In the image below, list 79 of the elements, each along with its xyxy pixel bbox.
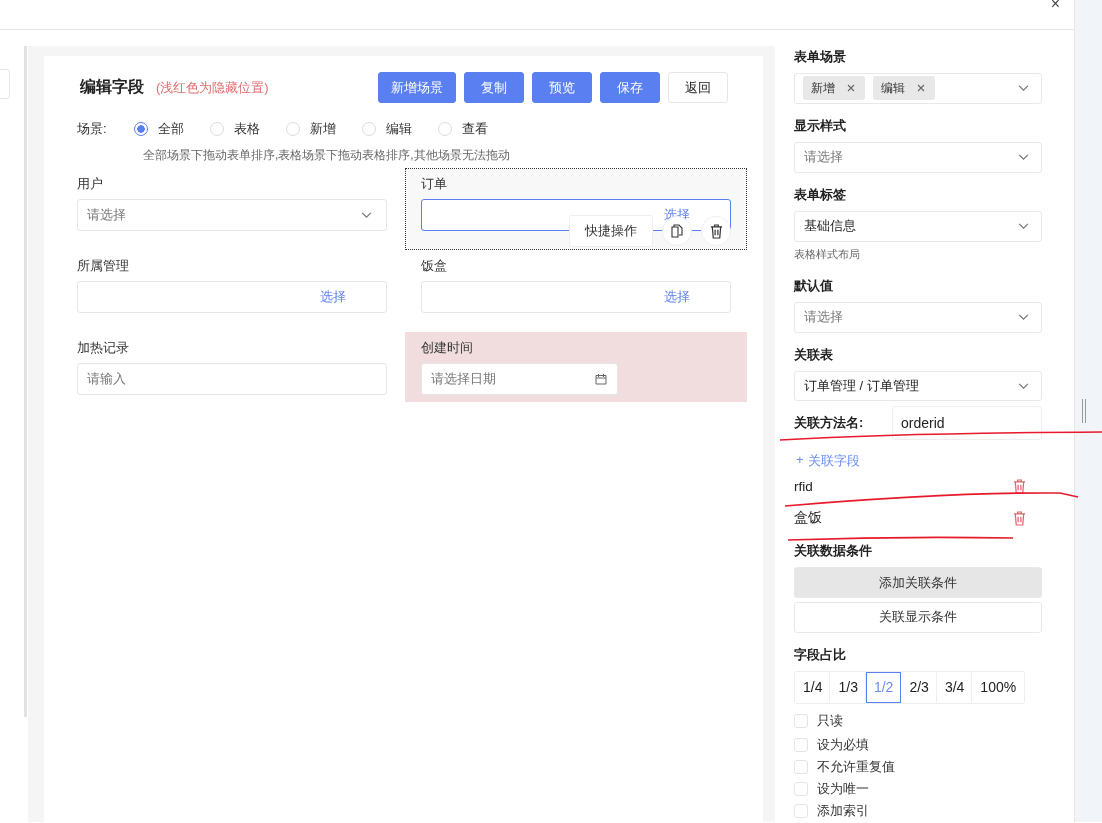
checkbox[interactable] bbox=[794, 713, 808, 728]
checkbox-label[interactable]: 设为唯一 bbox=[817, 779, 869, 798]
chevron-down-icon bbox=[1018, 382, 1029, 390]
select-field[interactable]: 基础信息 bbox=[794, 210, 1042, 242]
field-label: 用户 bbox=[77, 175, 104, 193]
condition-button[interactable]: 添加关联条件 bbox=[794, 567, 1042, 598]
picker-field[interactable]: 选择 bbox=[421, 281, 731, 313]
chevron-down-icon bbox=[1018, 84, 1029, 92]
section-label: 表单标签 bbox=[794, 185, 846, 204]
section-label: 表单场景 bbox=[794, 48, 846, 66]
select-field[interactable]: 请选择 bbox=[794, 141, 1042, 173]
checkbox-label[interactable]: 只读 bbox=[817, 711, 843, 730]
chevron-down-icon bbox=[1018, 222, 1029, 230]
condition-button[interactable]: 关联显示条件 bbox=[794, 602, 1042, 633]
field-card[interactable]: 用户 请选择 bbox=[61, 168, 403, 250]
related-field-name: 盒饭 bbox=[794, 509, 822, 528]
radio-label[interactable]: 全部 bbox=[158, 120, 184, 138]
field-card[interactable]: 加热记录 请输入 bbox=[61, 332, 403, 414]
field-card[interactable]: 所属管理 选择 bbox=[61, 250, 403, 332]
radio-label[interactable]: 查看 bbox=[462, 120, 488, 138]
action-button[interactable]: 保存 bbox=[600, 72, 660, 103]
picker-field[interactable]: 选择 bbox=[77, 281, 387, 313]
field-label: 加热记录 bbox=[77, 339, 130, 357]
close-icon[interactable] bbox=[847, 84, 855, 93]
checkbox[interactable] bbox=[794, 781, 808, 796]
quick-actions-button[interactable]: 快捷操作 bbox=[569, 215, 653, 247]
checkbox-label[interactable]: 添加索引 bbox=[817, 801, 869, 820]
field-label: 订单 bbox=[421, 175, 448, 193]
close-button[interactable]: × bbox=[1050, 0, 1060, 12]
date-field[interactable]: 请选择日期 bbox=[421, 363, 618, 395]
radio-label[interactable]: 编辑 bbox=[386, 120, 412, 138]
hint-text: 表格样式布局 bbox=[794, 246, 861, 262]
radio-label[interactable]: 新增 bbox=[310, 120, 336, 138]
select-link[interactable]: 选择 bbox=[664, 288, 690, 306]
calendar-icon bbox=[595, 373, 607, 385]
radio-label[interactable]: 表格 bbox=[234, 120, 260, 138]
action-button[interactable]: 返回 bbox=[668, 72, 728, 103]
section-label: 关联表 bbox=[794, 345, 833, 364]
checkbox[interactable] bbox=[794, 759, 808, 774]
resize-handle[interactable] bbox=[1082, 399, 1086, 423]
method-label: 关联方法名: bbox=[794, 414, 865, 433]
copy-icon bbox=[671, 224, 683, 238]
chevron-down-icon bbox=[361, 211, 372, 219]
chevron-down-icon bbox=[1018, 153, 1029, 161]
action-button[interactable]: 新增场景 bbox=[378, 72, 456, 103]
hidden-field-card[interactable]: 创建时间 请选择日期 bbox=[405, 332, 747, 402]
action-button[interactable]: 复制 bbox=[464, 72, 524, 103]
select-field[interactable]: 请选择 bbox=[794, 301, 1042, 333]
field-label: 饭盒 bbox=[421, 257, 448, 275]
section-label: 字段占比 bbox=[794, 645, 846, 664]
related-field-name: rfid bbox=[794, 478, 813, 494]
scene-label: 场景: bbox=[77, 120, 108, 138]
section-label: 显示样式 bbox=[794, 116, 846, 135]
checkbox-label[interactable]: 不允许重复值 bbox=[817, 757, 895, 776]
scene-tag: 编辑 bbox=[873, 76, 935, 101]
section-label: 关联数据条件 bbox=[794, 542, 872, 560]
close-icon[interactable] bbox=[917, 84, 925, 93]
field-label: 所属管理 bbox=[77, 257, 130, 275]
multi-select-field[interactable]: 新增 编辑 bbox=[794, 73, 1042, 104]
checkbox[interactable] bbox=[794, 737, 808, 752]
page-title: 编辑字段 bbox=[80, 77, 144, 97]
method-input[interactable]: orderid bbox=[892, 406, 1042, 441]
hidden-note: (浅红色为隐藏位置) bbox=[156, 78, 269, 97]
trash-icon[interactable] bbox=[709, 223, 723, 239]
action-button[interactable]: 预览 bbox=[532, 72, 592, 103]
select-link[interactable]: 选择 bbox=[320, 288, 346, 306]
ratio-option[interactable]: 1/4 bbox=[795, 671, 831, 703]
hint-text: 全部场景下拖动表单排序,表格场景下拖动表格排序,其他场景无法拖动 bbox=[143, 147, 511, 164]
section-label: 默认值 bbox=[794, 276, 833, 295]
checkbox-label[interactable]: 设为必填 bbox=[817, 735, 869, 754]
field-label: 创建时间 bbox=[421, 339, 474, 357]
checkbox[interactable] bbox=[794, 803, 808, 818]
scene-tag: 新增 bbox=[803, 76, 865, 101]
radio-button[interactable] bbox=[134, 122, 148, 136]
field-card[interactable]: 饭盒 选择 bbox=[405, 250, 747, 332]
chevron-down-icon bbox=[1018, 313, 1029, 321]
select-field[interactable]: 请选择 bbox=[77, 199, 387, 231]
input-field[interactable]: 请输入 bbox=[77, 363, 387, 395]
select-field[interactable]: 订单管理 / 订单管理 bbox=[794, 370, 1042, 402]
